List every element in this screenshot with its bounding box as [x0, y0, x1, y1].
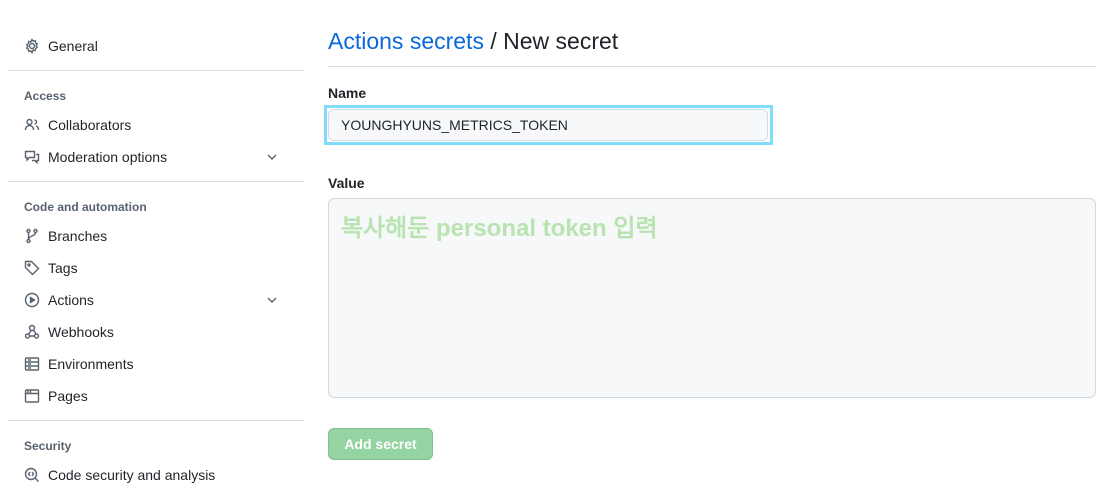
codescan-icon — [24, 467, 39, 482]
sidebar-item-label: Branches — [48, 228, 108, 244]
tag-icon — [24, 260, 40, 276]
name-label: Name — [328, 85, 367, 101]
divider — [8, 420, 304, 421]
sidebar-item-label: Collaborators — [48, 117, 132, 133]
sidebar-item-tags[interactable]: Tags — [8, 252, 304, 284]
sidebar-item-pages[interactable]: Pages — [8, 380, 304, 412]
sidebar-item-actions[interactable]: Actions — [8, 284, 304, 316]
sidebar-item-code-security[interactable]: Code security and analysis — [8, 459, 304, 491]
sidebar-item-branches[interactable]: Branches — [8, 220, 304, 252]
section-heading-access: Access — [24, 89, 67, 103]
page-title-text: New secret — [503, 28, 619, 54]
git-branch-icon — [26, 228, 38, 244]
divider — [328, 66, 1096, 67]
sidebar-item-label: Actions — [48, 292, 94, 308]
sidebar-item-moderation-options[interactable]: Moderation options — [8, 141, 304, 173]
value-label: Value — [328, 175, 365, 191]
play-icon — [24, 292, 40, 308]
chevron-down-icon[interactable] — [266, 151, 278, 163]
secret-value-textarea[interactable]: 복사해둔 personal token 입력 — [328, 198, 1096, 398]
page-title: Actions secrets / New secret — [328, 28, 618, 55]
webhook-icon — [24, 324, 40, 339]
sidebar-item-environments[interactable]: Environments — [8, 348, 304, 380]
sidebar-item-webhooks[interactable]: Webhooks — [8, 316, 304, 348]
sidebar-item-label: Webhooks — [48, 324, 114, 340]
server-icon — [24, 357, 40, 371]
sidebar-item-general[interactable]: General — [8, 30, 304, 62]
chevron-down-icon[interactable] — [266, 294, 278, 306]
section-heading-code-automation: Code and automation — [24, 200, 147, 214]
secret-name-input[interactable]: YOUNGHYUNS_METRICS_TOKEN — [328, 109, 768, 141]
breadcrumb-actions-secrets[interactable]: Actions secrets — [328, 28, 484, 54]
sidebar-item-label: Tags — [48, 260, 78, 276]
sidebar-item-label: Pages — [48, 388, 88, 404]
sidebar-item-label: Moderation options — [48, 149, 168, 165]
settings-sidebar: General Access Collaborators Moderation … — [8, 30, 304, 491]
sidebar-item-collaborators[interactable]: Collaborators — [8, 109, 304, 141]
divider — [8, 181, 304, 182]
gear-icon — [25, 38, 39, 54]
sidebar-item-label: Environments — [48, 356, 134, 372]
sidebar-item-label: Code security and analysis — [48, 467, 216, 483]
add-secret-button[interactable]: Add secret — [328, 428, 433, 460]
divider — [8, 70, 304, 71]
browser-icon — [24, 389, 40, 403]
section-heading-security: Security — [24, 439, 72, 453]
input-value: YOUNGHYUNS_METRICS_TOKEN — [341, 117, 568, 133]
breadcrumb-separator: / — [483, 28, 504, 54]
people-icon — [24, 118, 40, 131]
annotation-text: 복사해둔 personal token 입력 — [341, 215, 658, 242]
comment-discussion-icon — [24, 150, 40, 165]
sidebar-item-label: General — [48, 38, 98, 54]
